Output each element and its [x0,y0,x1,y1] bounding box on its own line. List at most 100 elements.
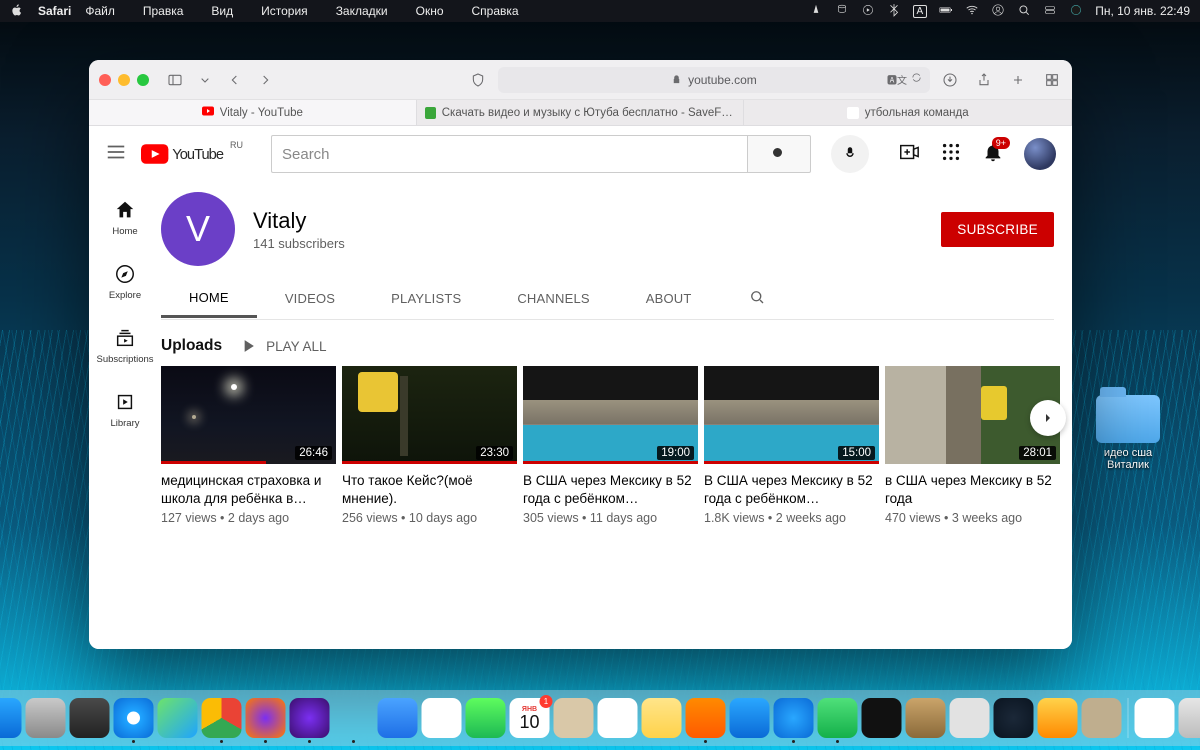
db-menu-icon[interactable] [835,3,849,20]
search-button[interactable] [747,135,811,173]
dock-finder[interactable] [0,698,22,738]
menu-История[interactable]: История [261,4,308,18]
channel-tab-about[interactable]: ABOUT [618,281,720,316]
dock-reminders[interactable] [598,698,638,738]
voice-search[interactable] [831,135,869,173]
subscribe-button[interactable]: SUBSCRIBE [941,212,1054,247]
share-icon[interactable] [974,70,994,90]
dock-steam[interactable] [994,698,1034,738]
translate-icon[interactable]: 🅰︎文 [887,72,907,87]
dock-notes[interactable] [642,698,682,738]
channel-tab-home[interactable]: HOME [161,280,257,318]
dock-vlc[interactable] [686,698,726,738]
channel-tab-videos[interactable]: VIDEOS [257,281,363,316]
video-card[interactable]: 15:00В США через Мексику в 52 года с реб… [704,366,879,525]
downloads-icon[interactable] [940,70,960,90]
play-menu-icon[interactable] [861,3,875,20]
dock-firefox[interactable] [246,698,286,738]
dock-safari[interactable] [114,698,154,738]
video-thumbnail[interactable]: 23:30 [342,366,517,464]
rail-library[interactable]: Library [93,380,157,440]
dock-app2[interactable] [862,698,902,738]
fullscreen-window[interactable] [137,74,149,86]
guide-toggle[interactable] [105,141,127,168]
browser-tab[interactable]: Vitaly - YouTube [89,100,417,125]
video-card[interactable]: 28:01в США через Мексику в 52 года470 vi… [885,366,1060,525]
browser-tab[interactable]: Скачать видео и музыку с Ютуба бесплатно… [417,100,745,125]
dock-downloads[interactable] [1135,698,1175,738]
rail-home[interactable]: Home [93,188,157,248]
dock-chess[interactable] [906,698,946,738]
desktop-folder[interactable]: идео сшаВиталик [1088,395,1168,471]
video-thumbnail[interactable]: 15:00 [704,366,879,464]
address-bar[interactable]: youtube.com 🅰︎文 [498,67,930,93]
dock-app1[interactable] [730,698,770,738]
notifications-icon[interactable]: 9+ [982,141,1004,168]
rail-subs[interactable]: Subscriptions [93,316,157,376]
control-center-icon[interactable] [1043,3,1057,20]
tab-overview-icon[interactable] [1042,70,1062,90]
dock-messages[interactable] [334,698,374,738]
menubar-app-name[interactable]: Safari [38,4,71,18]
channel-tab-playlists[interactable]: PLAYLISTS [363,281,489,316]
channel-tab-channels[interactable]: CHANNELS [489,281,617,316]
user-icon[interactable] [991,3,1005,20]
dock-photos[interactable] [422,698,462,738]
chevron-down-icon[interactable] [195,70,215,90]
scroll-right-button[interactable] [1030,400,1066,436]
channel-avatar[interactable]: V [161,192,235,266]
dock-mail[interactable] [378,698,418,738]
dock-trash[interactable] [1179,698,1200,738]
reload-icon[interactable] [911,72,922,87]
play-all-button[interactable]: PLAY ALL [238,336,326,356]
search-input[interactable] [271,135,747,173]
rail-explore[interactable]: Explore [93,252,157,312]
dock-contacts[interactable] [554,698,594,738]
new-tab-icon[interactable] [1008,70,1028,90]
menu-Окно[interactable]: Окно [416,4,444,18]
dock-settings[interactable] [70,698,110,738]
dock-chrome[interactable] [202,698,242,738]
dock-facetime[interactable] [466,698,506,738]
video-card[interactable]: 19:00В США через Мексику в 52 года с реб… [523,366,698,525]
apps-icon[interactable] [940,141,962,168]
account-avatar[interactable] [1024,138,1056,170]
youtube-logo[interactable]: YouTube RU [141,144,229,164]
menu-Правка[interactable]: Правка [143,4,184,18]
menu-Вид[interactable]: Вид [211,4,233,18]
menu-Файл[interactable]: Файл [85,4,115,18]
spotlight-icon[interactable] [1017,3,1031,20]
dock-app3[interactable] [1038,698,1078,738]
channel-search-icon[interactable] [720,278,794,319]
video-card[interactable]: 26:46медицинская страховка и школа для р… [161,366,336,525]
nav-forward[interactable] [255,70,275,90]
apple-menu[interactable] [10,3,24,20]
dock-maps[interactable] [158,698,198,738]
keyboard-layout-icon[interactable]: А [913,5,928,18]
dock-tor[interactable] [290,698,330,738]
menubar-clock[interactable]: Пн, 10 янв. 22:49 [1095,4,1190,18]
menu-Справка[interactable]: Справка [472,4,519,18]
vlc-menu-icon[interactable] [809,3,823,20]
create-icon[interactable] [898,141,920,168]
video-thumbnail[interactable]: 26:46 [161,366,336,464]
video-thumbnail[interactable]: 19:00 [523,366,698,464]
dock-launchpad[interactable] [26,698,66,738]
browser-tab[interactable]: утбольная команда [744,100,1072,125]
menu-Закладки[interactable]: Закладки [336,4,388,18]
dock-whatsapp[interactable] [818,698,858,738]
sidebar-toggle[interactable] [165,70,185,90]
dock-roblox[interactable] [950,698,990,738]
privacy-shield-icon[interactable] [468,70,488,90]
video-card[interactable]: 23:30Что такое Кейс?(моё мнение).256 vie… [342,366,517,525]
bluetooth-icon[interactable] [887,3,901,20]
battery-icon[interactable] [939,3,953,20]
nav-back[interactable] [225,70,245,90]
dock-calendar[interactable]: ЯНВ101 [510,698,550,738]
dock-telegram[interactable] [774,698,814,738]
close-window[interactable] [99,74,111,86]
dock-app4[interactable] [1082,698,1122,738]
siri-icon[interactable] [1069,3,1083,20]
minimize-window[interactable] [118,74,130,86]
wifi-icon[interactable] [965,3,979,20]
